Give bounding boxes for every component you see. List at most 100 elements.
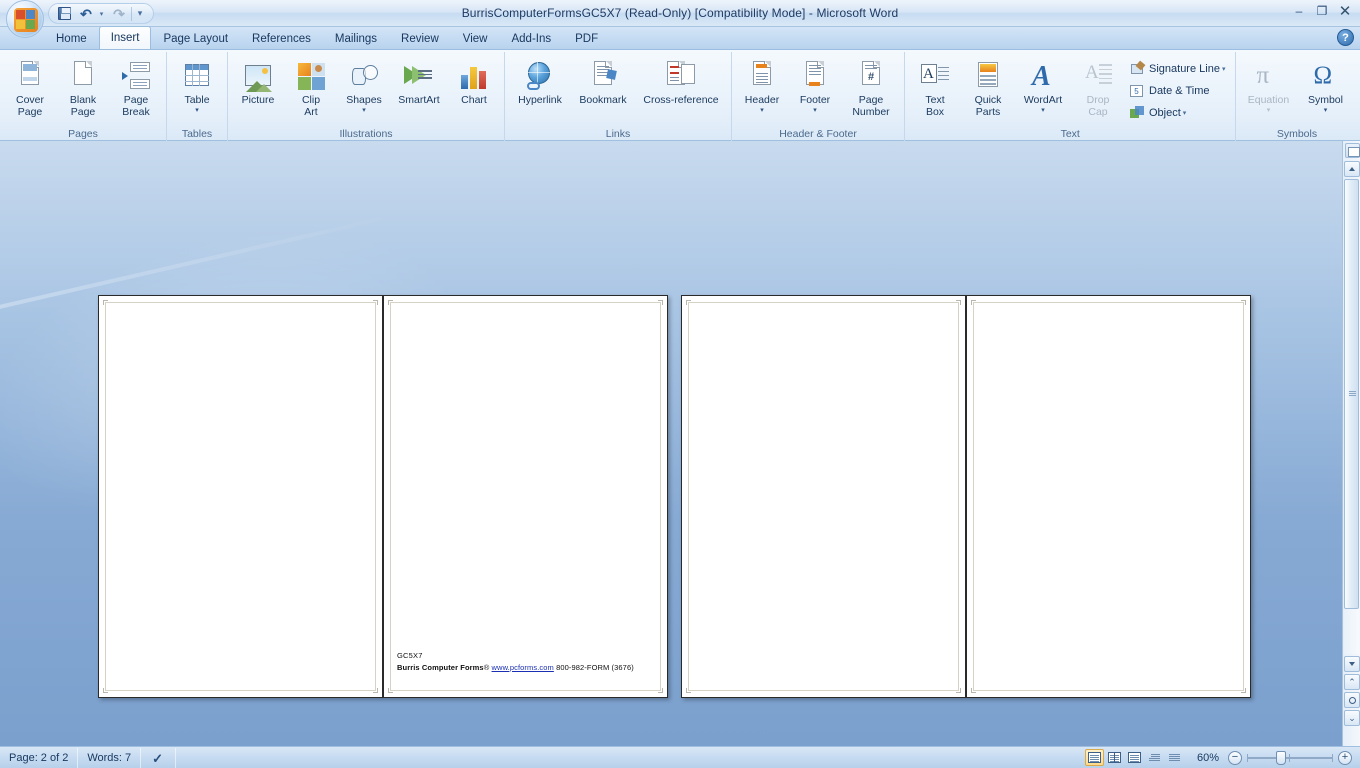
split-window-icon[interactable] — [1345, 143, 1360, 158]
quick-parts-button[interactable]: Quick Parts — [962, 56, 1014, 120]
text-box-button[interactable]: A Text Box — [909, 56, 961, 120]
zoom-slider[interactable]: − + — [1228, 750, 1352, 765]
page-break-button[interactable]: Page Break — [110, 56, 162, 120]
picture-button[interactable]: Picture — [232, 56, 284, 109]
ribbon: Cover Page Blank Page Page Break Pages T… — [0, 50, 1360, 141]
date-time-button[interactable]: 5 Date & Time — [1125, 80, 1231, 101]
symbol-button[interactable]: Ω Symbol ▾ — [1297, 56, 1353, 116]
bookmark-button[interactable]: Bookmark — [572, 56, 634, 109]
status-proofing-button[interactable] — [141, 747, 177, 768]
hyperlink-button[interactable]: Hyperlink — [509, 56, 571, 109]
view-print-layout-button[interactable] — [1084, 749, 1104, 766]
tab-insert[interactable]: Insert — [98, 26, 152, 49]
cross-reference-icon — [665, 60, 697, 92]
header-icon — [746, 60, 778, 92]
zoom-level-label[interactable]: 60% — [1190, 752, 1226, 764]
document-page-left-1[interactable] — [98, 295, 383, 698]
clip-art-label-line2: Art — [304, 105, 318, 118]
footer-icon — [799, 60, 831, 92]
smartart-button[interactable]: SmartArt — [391, 56, 447, 109]
margin-guide — [688, 302, 959, 691]
cover-page-button[interactable]: Cover Page — [4, 56, 56, 120]
group-label-text: Text — [1060, 128, 1080, 140]
view-outline-button[interactable] — [1145, 749, 1164, 766]
zoom-out-button[interactable]: − — [1228, 750, 1242, 765]
picture-icon — [242, 60, 274, 92]
blank-page-label-line1: Blank — [69, 94, 97, 106]
document-canvas[interactable]: GC5X7 Burris Computer Forms® www.pcforms… — [0, 141, 1360, 746]
registered-mark: ® — [483, 663, 490, 672]
ribbon-group-text: A Text Box Quick Parts A WordArt ▾ A Dro… — [904, 52, 1235, 141]
wordart-button[interactable]: A WordArt ▾ — [1015, 56, 1071, 116]
scrollbar-thumb[interactable] — [1344, 179, 1359, 609]
restore-button[interactable]: ❐ — [1311, 2, 1333, 20]
zoom-in-button[interactable]: + — [1338, 750, 1352, 765]
footer-label: Footer — [799, 94, 831, 106]
equation-icon: π — [1256, 62, 1270, 89]
zoom-track-line — [1247, 756, 1333, 759]
symbol-label: Symbol — [1307, 94, 1343, 106]
zoom-track[interactable] — [1247, 750, 1333, 765]
view-buttons — [1081, 749, 1188, 766]
view-full-screen-reading-button[interactable] — [1105, 749, 1124, 766]
signature-line-button[interactable]: Signature Line ▾ — [1125, 58, 1231, 79]
clip-art-button[interactable]: Clip Art — [285, 56, 337, 120]
header-button[interactable]: Header ▾ — [736, 56, 788, 116]
scroll-down-button[interactable] — [1344, 656, 1360, 672]
tab-references[interactable]: References — [240, 28, 323, 49]
header-label: Header — [744, 94, 780, 106]
zoom-tick — [1332, 753, 1333, 762]
tab-review[interactable]: Review — [389, 28, 451, 49]
object-button[interactable]: Object ▾ — [1125, 102, 1231, 123]
view-web-layout-button[interactable] — [1125, 749, 1144, 766]
shapes-button[interactable]: Shapes ▾ — [338, 56, 390, 116]
document-page-right-1[interactable]: GC5X7 Burris Computer Forms® www.pcforms… — [383, 295, 668, 698]
tab-add-ins[interactable]: Add-Ins — [499, 28, 563, 49]
tab-home[interactable]: Home — [44, 28, 99, 49]
chart-label: Chart — [461, 94, 487, 106]
drop-cap-label-line1: Drop — [1086, 94, 1110, 106]
next-page-button[interactable]: ⌄ — [1344, 710, 1360, 726]
proofing-check-icon — [150, 749, 166, 768]
document-page-right-2[interactable] — [966, 295, 1251, 698]
tab-pdf[interactable]: PDF — [563, 28, 610, 49]
footer-button[interactable]: Footer ▾ — [789, 56, 841, 116]
wordart-icon: A — [1032, 61, 1051, 92]
group-label-header-footer: Header & Footer — [779, 128, 857, 140]
status-word-count[interactable]: Words: 7 — [78, 747, 142, 768]
scrollbar-track[interactable] — [1344, 179, 1359, 654]
close-button[interactable]: ✕ — [1334, 2, 1356, 20]
select-browse-object-button[interactable] — [1344, 692, 1360, 708]
document-text-block[interactable]: GC5X7 Burris Computer Forms® www.pcforms… — [397, 651, 634, 672]
page-break-icon — [120, 60, 152, 92]
equation-button[interactable]: π Equation ▾ — [1240, 56, 1296, 116]
signature-line-label: Signature Line — [1149, 62, 1220, 75]
table-button[interactable]: Table ▾ — [171, 56, 223, 116]
zoom-slider-handle[interactable] — [1276, 750, 1286, 765]
website-link[interactable]: www.pcforms.com — [492, 663, 554, 672]
web-layout-icon — [1127, 752, 1141, 763]
chevron-down-icon: ▾ — [1221, 65, 1226, 73]
chart-button[interactable]: Chart — [448, 56, 500, 109]
page-number-button[interactable]: # Page Number — [842, 56, 900, 120]
minimize-button[interactable]: – — [1288, 2, 1310, 20]
blank-page-button[interactable]: Blank Page — [57, 56, 109, 120]
tab-page-layout[interactable]: Page Layout — [151, 28, 240, 49]
form-code-text: GC5X7 — [397, 651, 423, 660]
previous-page-button[interactable]: ⌃ — [1344, 674, 1360, 690]
cross-reference-button[interactable]: Cross-reference — [635, 56, 727, 109]
office-button[interactable] — [6, 0, 44, 38]
print-layout-icon — [1087, 752, 1101, 763]
scroll-up-button[interactable] — [1344, 161, 1360, 177]
help-button[interactable]: ? — [1337, 29, 1354, 46]
zoom-tick — [1289, 753, 1290, 762]
vertical-scrollbar[interactable]: ⌃ ⌄ — [1342, 141, 1360, 746]
picture-label: Picture — [241, 94, 275, 106]
view-draft-button[interactable] — [1165, 749, 1184, 766]
drop-cap-button[interactable]: A Drop Cap — [1072, 56, 1124, 120]
tab-view[interactable]: View — [451, 28, 500, 49]
wordart-label: WordArt — [1023, 94, 1063, 106]
tab-mailings[interactable]: Mailings — [323, 28, 389, 49]
document-page-left-2[interactable] — [681, 295, 966, 698]
status-page-indicator[interactable]: Page: 2 of 2 — [0, 747, 79, 768]
